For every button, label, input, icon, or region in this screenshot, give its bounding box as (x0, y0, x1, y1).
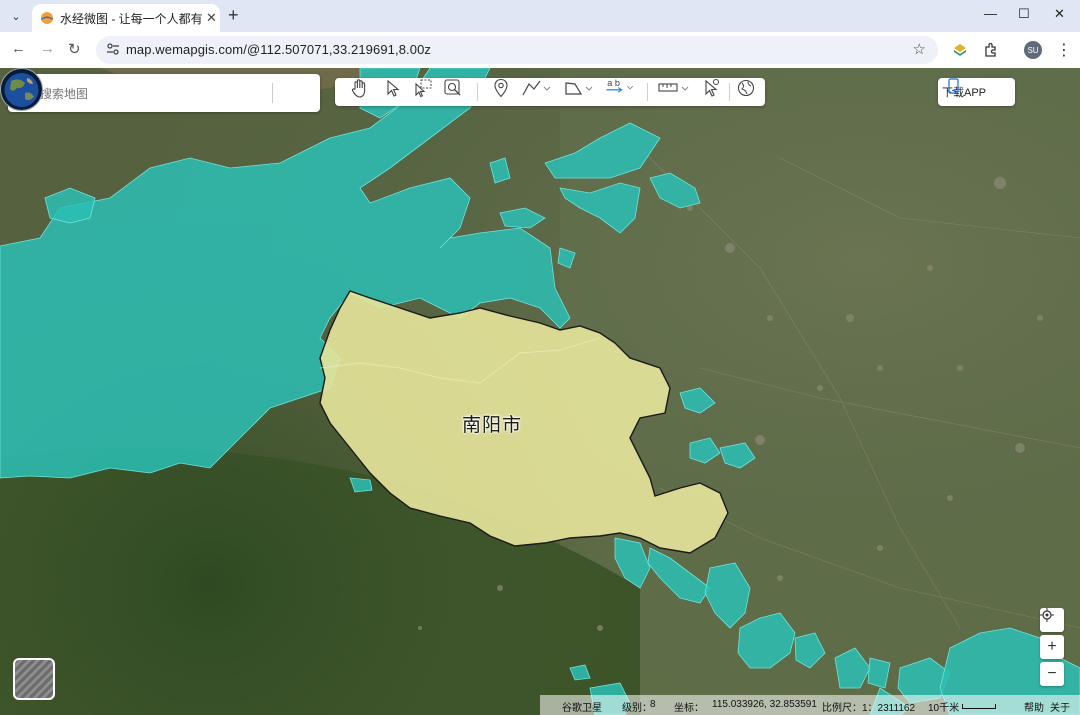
minimize-button[interactable]: — (984, 6, 997, 21)
about-link[interactable]: 关于 (1050, 699, 1070, 714)
tab-strip: ⌄ 水经微图 - 让每一个人都有自己 ✕ + — ☐ ✕ (0, 0, 1080, 32)
map-status-bar: 谷歌卫星 级别： 8 坐标： 115.033926, 32.853591 比例尺… (540, 695, 1080, 715)
search-input[interactable] (38, 83, 232, 105)
crosshair-icon (1040, 608, 1054, 622)
tab-search-button[interactable]: ⌄ (6, 6, 26, 26)
close-window-button[interactable]: ✕ (1054, 6, 1065, 22)
basemap-switcher[interactable] (13, 658, 55, 700)
url-text: map.wemapgis.com/@112.507071,33.219691,8… (126, 42, 431, 57)
zoom-level-label: 级别： (622, 703, 652, 714)
maximize-button[interactable]: ☐ (1018, 6, 1030, 22)
coordinate-label: 坐标： (674, 703, 704, 714)
pan-hand-icon[interactable] (351, 78, 369, 98)
tab-title: 水经微图 - 让每一个人都有自己 (60, 11, 202, 26)
active-tab[interactable]: 水经微图 - 让每一个人都有自己 ✕ (32, 4, 220, 32)
scale-value: 1：2311162 (862, 703, 916, 714)
back-arrow-icon[interactable]: ← (11, 40, 26, 57)
bookmark-star-icon[interactable]: ☆ (913, 40, 926, 58)
scale-bar (962, 704, 996, 709)
coordinate-value: 115.033926, 32.853591 (712, 699, 817, 710)
zoom-region-icon[interactable] (443, 78, 463, 98)
help-link[interactable]: 帮助 (1024, 699, 1044, 714)
forward-arrow-icon[interactable]: → (40, 40, 55, 57)
scale-distance: 10千米 (928, 703, 960, 714)
select-arrow-icon[interactable] (385, 78, 401, 98)
zoom-in-button[interactable]: + (1040, 635, 1064, 659)
locate-button[interactable] (1040, 608, 1064, 632)
measure-ruler-icon[interactable] (657, 78, 691, 98)
toolbar-divider-3 (729, 83, 730, 101)
tab-close-icon[interactable]: ✕ (206, 10, 217, 26)
marker-tool-icon[interactable] (493, 78, 509, 98)
click-query-icon[interactable] (701, 78, 721, 98)
polygon-tool-icon[interactable] (563, 78, 593, 98)
site-favicon-icon (41, 12, 53, 24)
map-search-box (8, 74, 320, 112)
globe-view-icon[interactable] (0, 68, 43, 111)
map-canvas[interactable]: a b 下载APP (0, 68, 1080, 715)
extension-icon[interactable] (952, 42, 968, 58)
phone-icon (948, 78, 959, 94)
satellite-map (0, 68, 1080, 715)
profile-avatar[interactable]: SU (1024, 41, 1042, 59)
basemap-source[interactable]: 谷歌卫星 (562, 699, 602, 714)
svg-text:a b: a b (607, 78, 620, 88)
zoom-out-button[interactable]: − (1040, 662, 1064, 686)
scale-label: 比例尺： (822, 703, 862, 714)
reload-icon[interactable]: ↻ (68, 40, 81, 58)
search-divider (272, 83, 273, 103)
browser-toolbar: ← → ↻ map.wemapgis.com/@112.507071,33.21… (0, 32, 1080, 68)
map-tools-bar: a b (335, 78, 765, 106)
box-select-icon[interactable] (413, 78, 433, 98)
zoom-controls: + − (1040, 608, 1064, 689)
new-tab-button[interactable]: + (228, 5, 239, 26)
toolbar-divider (477, 83, 478, 101)
download-app-button[interactable]: 下载APP (938, 78, 1015, 106)
more-menu-icon[interactable]: ⋮ (1056, 40, 1072, 60)
puzzle-icon[interactable] (983, 42, 999, 58)
site-info-icon[interactable] (106, 42, 120, 56)
text-label-tool-icon[interactable]: a b (603, 78, 637, 98)
toolbar-divider-2 (647, 83, 648, 101)
globe-tool-icon[interactable] (737, 78, 755, 98)
city-name-label: 南阳市 (462, 415, 523, 436)
address-bar[interactable]: map.wemapgis.com/@112.507071,33.219691,8… (96, 36, 938, 64)
zoom-level-value: 8 (650, 699, 656, 710)
polyline-tool-icon[interactable] (521, 78, 551, 98)
